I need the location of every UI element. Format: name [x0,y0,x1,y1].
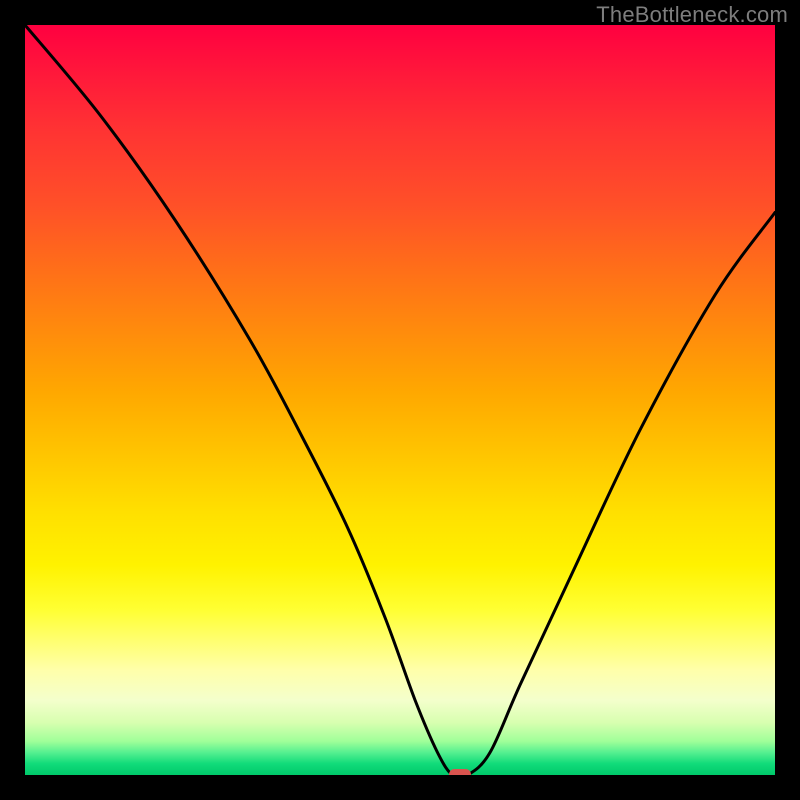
bottleneck-curve [25,25,775,775]
chart-frame: TheBottleneck.com [0,0,800,800]
optimal-point-marker [449,769,471,775]
watermark-text: TheBottleneck.com [596,2,788,28]
plot-area [25,25,775,775]
